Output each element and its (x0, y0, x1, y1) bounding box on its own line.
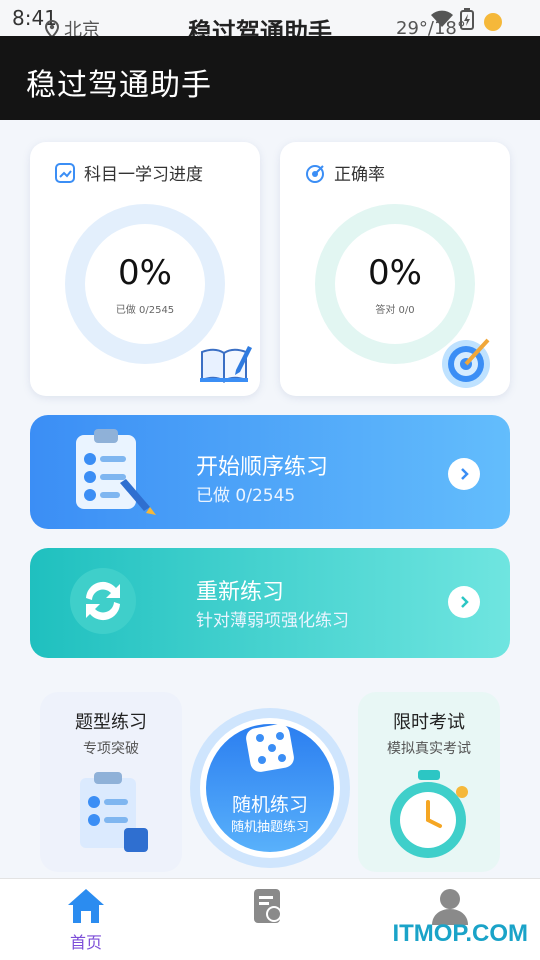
status-icons (430, 6, 506, 32)
dice-icon (246, 724, 294, 772)
random-practice-button[interactable]: 随机练习 随机抽题练习 (190, 708, 350, 868)
battery-icon (460, 8, 474, 30)
stopwatch-icon (390, 770, 468, 858)
wifi-icon (431, 10, 453, 27)
accuracy-percent: 0% (368, 252, 422, 293)
start-sequential-practice-button[interactable]: 开始顺序练习 已做 0/2545 (30, 415, 510, 529)
study-progress-header: 科目一学习进度 (54, 160, 203, 185)
sun-icon (484, 13, 502, 31)
sequential-title: 开始顺序练习 (196, 455, 329, 480)
accuracy-detail: 答对 0/0 (375, 304, 415, 316)
trend-chart-icon (55, 162, 75, 183)
tab-records[interactable] (250, 887, 288, 927)
exam-title: 限时考试 (393, 712, 465, 733)
sequential-subtitle: 已做 0/2545 (196, 486, 296, 506)
tab-home[interactable]: 首页 (66, 887, 106, 953)
title-bar: 稳过驾通助手 (0, 36, 540, 120)
redo-title: 重新练习 (196, 580, 285, 605)
status-bar: 8:41 北京 稳过驾通助手 29°/18° (0, 0, 540, 46)
chevron-right-icon (448, 586, 480, 618)
target-icon (306, 164, 324, 183)
exam-subtitle: 模拟真实考试 (387, 741, 471, 757)
study-progress-title: 科目一学习进度 (84, 165, 203, 185)
checklist-icon (80, 772, 148, 852)
accuracy-header: 正确率 (304, 160, 385, 185)
refresh-icon (70, 568, 136, 634)
tab-home-label: 首页 (69, 933, 102, 952)
chevron-right-icon (448, 458, 480, 490)
accuracy-title: 正确率 (334, 165, 385, 185)
type-practice-subtitle: 专项突破 (83, 741, 139, 757)
study-progress-percent: 0% (118, 252, 172, 293)
random-practice-title: 随机练习 (231, 794, 308, 816)
question-type-practice-card[interactable]: 题型练习 专项突破 (40, 692, 182, 872)
type-practice-title: 题型练习 (75, 712, 147, 733)
study-progress-detail: 已做 0/2545 (115, 304, 175, 316)
study-progress-card[interactable]: 科目一学习进度 0% 已做 0/2545 (30, 142, 260, 396)
redo-practice-button[interactable]: 重新练习 针对薄弱项强化练习 (30, 548, 510, 658)
watermark-text: ITMOP.COM (392, 920, 528, 947)
accuracy-card[interactable]: 正确率 0% 答对 0/0 (280, 142, 510, 396)
book-pen-icon (200, 346, 252, 383)
timed-exam-card[interactable]: 限时考试 模拟真实考试 (358, 692, 500, 872)
home-icon (68, 889, 104, 923)
redo-subtitle: 针对薄弱项强化练习 (196, 611, 349, 631)
document-search-icon (254, 889, 282, 923)
clipboard-checklist-icon (76, 429, 156, 515)
page-title: 稳过驾通助手 (26, 68, 212, 103)
bullseye-icon (442, 338, 490, 388)
random-practice-subtitle: 随机抽题练习 (230, 820, 309, 835)
